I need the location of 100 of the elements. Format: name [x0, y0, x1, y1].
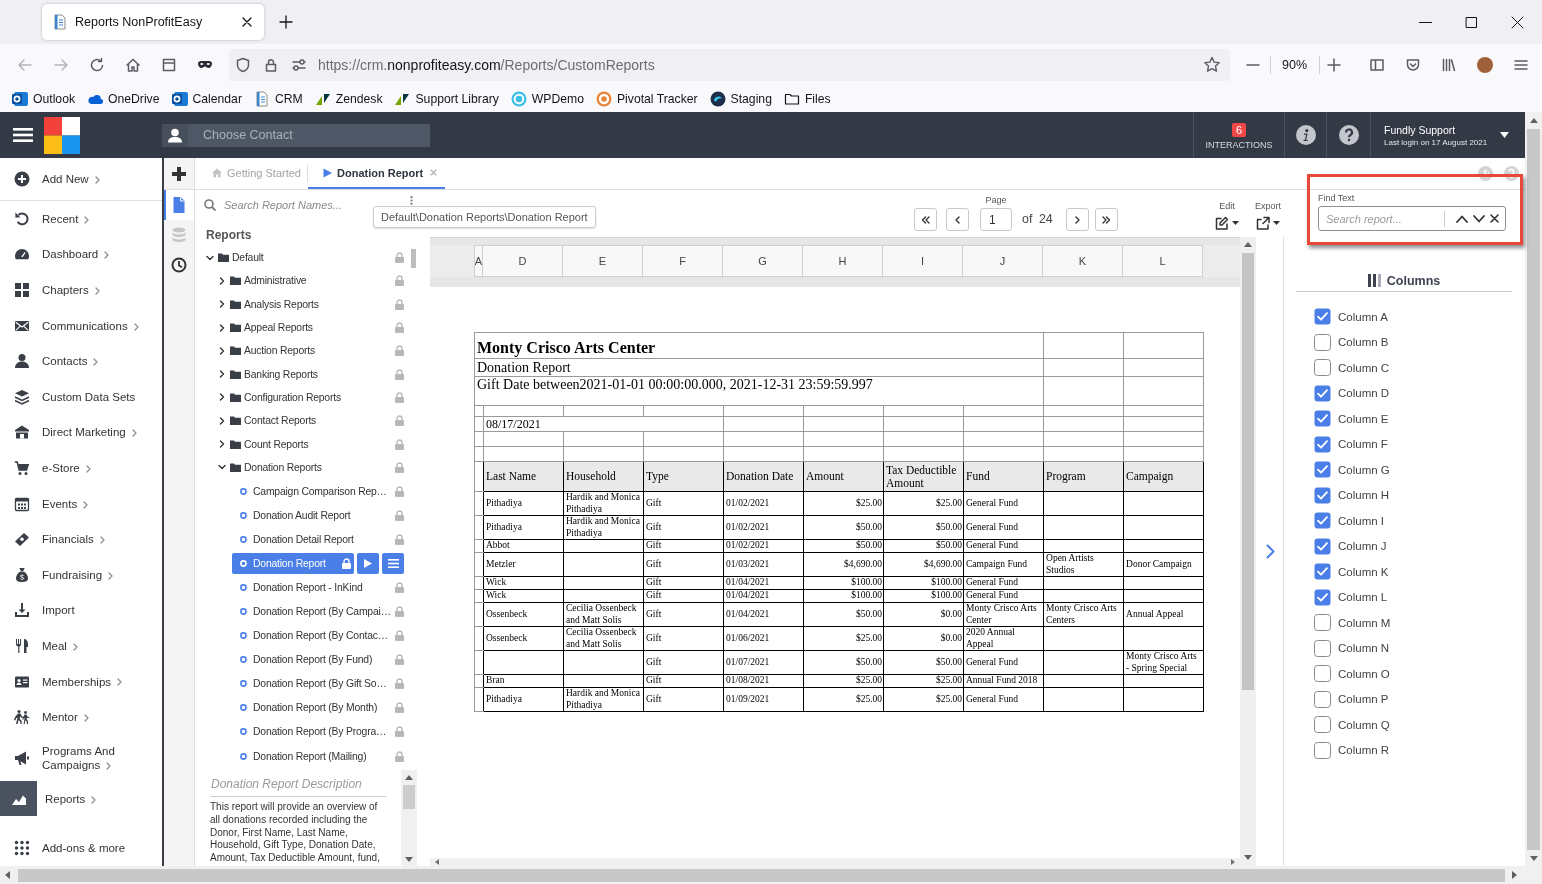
sidebar-item[interactable]: Mentor	[0, 699, 162, 735]
report-item[interactable]: Donation Report (By Progra…	[232, 721, 404, 743]
bookmark[interactable]: WPDemo	[510, 91, 584, 107]
report-item[interactable]: Donation Audit Report	[232, 504, 404, 526]
sidebar-item[interactable]: Direct Marketing	[0, 414, 162, 451]
bookmark[interactable]: Pivotal Tracker	[595, 91, 698, 107]
folder-item[interactable]: Administrative	[218, 269, 404, 293]
chevron-right-icon[interactable]	[218, 440, 226, 448]
sidebar-item[interactable]: Recent	[0, 201, 162, 237]
maximize-icon[interactable]	[1465, 15, 1478, 29]
checkbox[interactable]	[1314, 512, 1331, 530]
run-button[interactable]	[357, 552, 379, 574]
scrollbar-thumb[interactable]	[1527, 129, 1540, 850]
scroll-up-icon[interactable]	[1244, 242, 1252, 247]
scroll-left-icon[interactable]	[5, 871, 10, 879]
scroll-down-icon[interactable]	[405, 857, 413, 862]
checkbox[interactable]	[1314, 384, 1331, 402]
checkbox[interactable]	[1314, 665, 1331, 683]
scroll-down-icon[interactable]	[1244, 855, 1252, 860]
scrollbar-thumb[interactable]	[411, 249, 416, 268]
horizontal-scrollbar[interactable]	[430, 858, 1240, 866]
checkbox[interactable]	[1314, 716, 1331, 734]
chevron-down-icon[interactable]	[1473, 214, 1485, 223]
sidebar-item[interactable]: Chapters	[0, 272, 162, 308]
sidebar-item[interactable]: Programs And Campaigns	[0, 734, 162, 781]
sidebar-item[interactable]: Communications	[0, 307, 162, 344]
description-scrollbar[interactable]	[401, 770, 417, 866]
chevron-right-icon[interactable]	[218, 300, 226, 309]
sidebar-item[interactable]: Events	[0, 485, 162, 522]
bookmark[interactable]: Outlook	[12, 91, 75, 107]
sidebar-item[interactable]: Meal	[0, 628, 162, 664]
report-item[interactable]: Donation Report (Mailing)	[232, 745, 404, 767]
scroll-left-icon[interactable]	[435, 859, 439, 865]
sidebar-item[interactable]: Add-ons & more	[0, 830, 162, 866]
checkbox[interactable]	[1314, 741, 1331, 759]
logo-icon[interactable]	[44, 116, 80, 154]
folder-item[interactable]: Appeal Reports	[218, 315, 404, 340]
report-item[interactable]: Donation Report	[232, 552, 354, 574]
page-scrollbar[interactable]	[1525, 112, 1542, 866]
info-icon[interactable]	[1295, 125, 1316, 145]
checkbox[interactable]	[1314, 333, 1331, 351]
more-icon[interactable]	[410, 196, 413, 205]
checkbox[interactable]	[1314, 639, 1331, 657]
checkbox[interactable]	[1314, 563, 1331, 581]
scroll-right-icon[interactable]	[1512, 871, 1517, 879]
sidebar-icon[interactable]	[1369, 57, 1386, 73]
checkbox[interactable]	[1314, 537, 1331, 555]
find-input[interactable]: Search report...	[1326, 212, 1444, 225]
report-item[interactable]: Donation Report (By Month)	[232, 697, 404, 719]
shield-icon[interactable]	[235, 57, 251, 73]
report-item[interactable]: Donation Report (By Contac…	[232, 625, 404, 647]
scroll-up-icon[interactable]	[1529, 118, 1538, 123]
bookmark[interactable]: Staging	[709, 91, 772, 107]
browser-tab[interactable]: Reports NonProfitEasy	[42, 4, 264, 40]
scrollbar-thumb[interactable]	[18, 868, 1505, 882]
user-name[interactable]: Fundly Support	[1384, 123, 1488, 136]
report-item[interactable]: Donation Detail Report	[232, 528, 404, 550]
sidebar-item[interactable]: Add New	[0, 158, 162, 201]
caret-down-icon[interactable]	[1500, 132, 1509, 138]
home-icon[interactable]	[125, 57, 141, 73]
folder-item[interactable]: Analysis Reports	[218, 292, 404, 316]
avatar[interactable]	[1477, 57, 1494, 73]
scrollbar-thumb[interactable]	[403, 785, 415, 809]
reports-button[interactable]	[164, 190, 194, 220]
previous-page-button[interactable]	[946, 208, 969, 231]
next-page-button[interactable]	[1065, 208, 1089, 231]
interactions-button[interactable]: 6 INTERACTIONS	[1193, 112, 1284, 158]
address-bar[interactable]: https://crm.nonprofiteasy.com/Reports/CustomReports	[229, 49, 1230, 81]
folder-item[interactable]: Auction Reports	[218, 339, 404, 363]
checkbox[interactable]	[1314, 461, 1331, 479]
chevron-up-icon[interactable]	[1456, 214, 1468, 223]
bookmark[interactable]: Zendesk	[314, 91, 383, 107]
checkbox[interactable]	[1314, 690, 1331, 708]
contact-field[interactable]: Choose Contact	[188, 123, 430, 147]
chevron-down-icon[interactable]	[206, 253, 214, 262]
page-horizontal-scrollbar[interactable]	[0, 866, 1542, 884]
checkbox[interactable]	[1314, 486, 1331, 504]
lock-icon[interactable]	[263, 57, 279, 73]
scroll-up-icon[interactable]	[405, 775, 413, 780]
sidebar-item[interactable]: Memberships	[0, 663, 162, 700]
report-item[interactable]: Campaign Comparison Rep…	[232, 480, 404, 502]
bookmark[interactable]: Files	[783, 91, 831, 107]
checkbox[interactable]	[1314, 308, 1331, 326]
checkbox[interactable]	[1314, 359, 1331, 377]
checkbox[interactable]	[1314, 588, 1331, 606]
scroll-down-icon[interactable]	[1529, 856, 1538, 861]
report-item[interactable]: Donation Report (By Gift So…	[232, 673, 404, 695]
folder-item[interactable]: Configuration Reports	[218, 385, 404, 410]
reload-icon[interactable]	[89, 57, 105, 73]
export-button[interactable]	[1256, 215, 1280, 231]
folder-item[interactable]: Donation Reports	[218, 455, 404, 479]
window-icon[interactable]	[161, 57, 177, 73]
star-icon[interactable]	[1203, 56, 1221, 74]
wrench-icon[interactable]	[1478, 166, 1493, 181]
pocket-icon[interactable]	[1405, 57, 1422, 73]
library-icon[interactable]	[1441, 57, 1458, 73]
menu-icon[interactable]	[13, 127, 33, 143]
sidebar-item[interactable]: Financials	[0, 521, 162, 557]
find-field[interactable]: Search report...	[1318, 206, 1506, 231]
sidebar-item[interactable]: e-Store	[0, 450, 162, 486]
